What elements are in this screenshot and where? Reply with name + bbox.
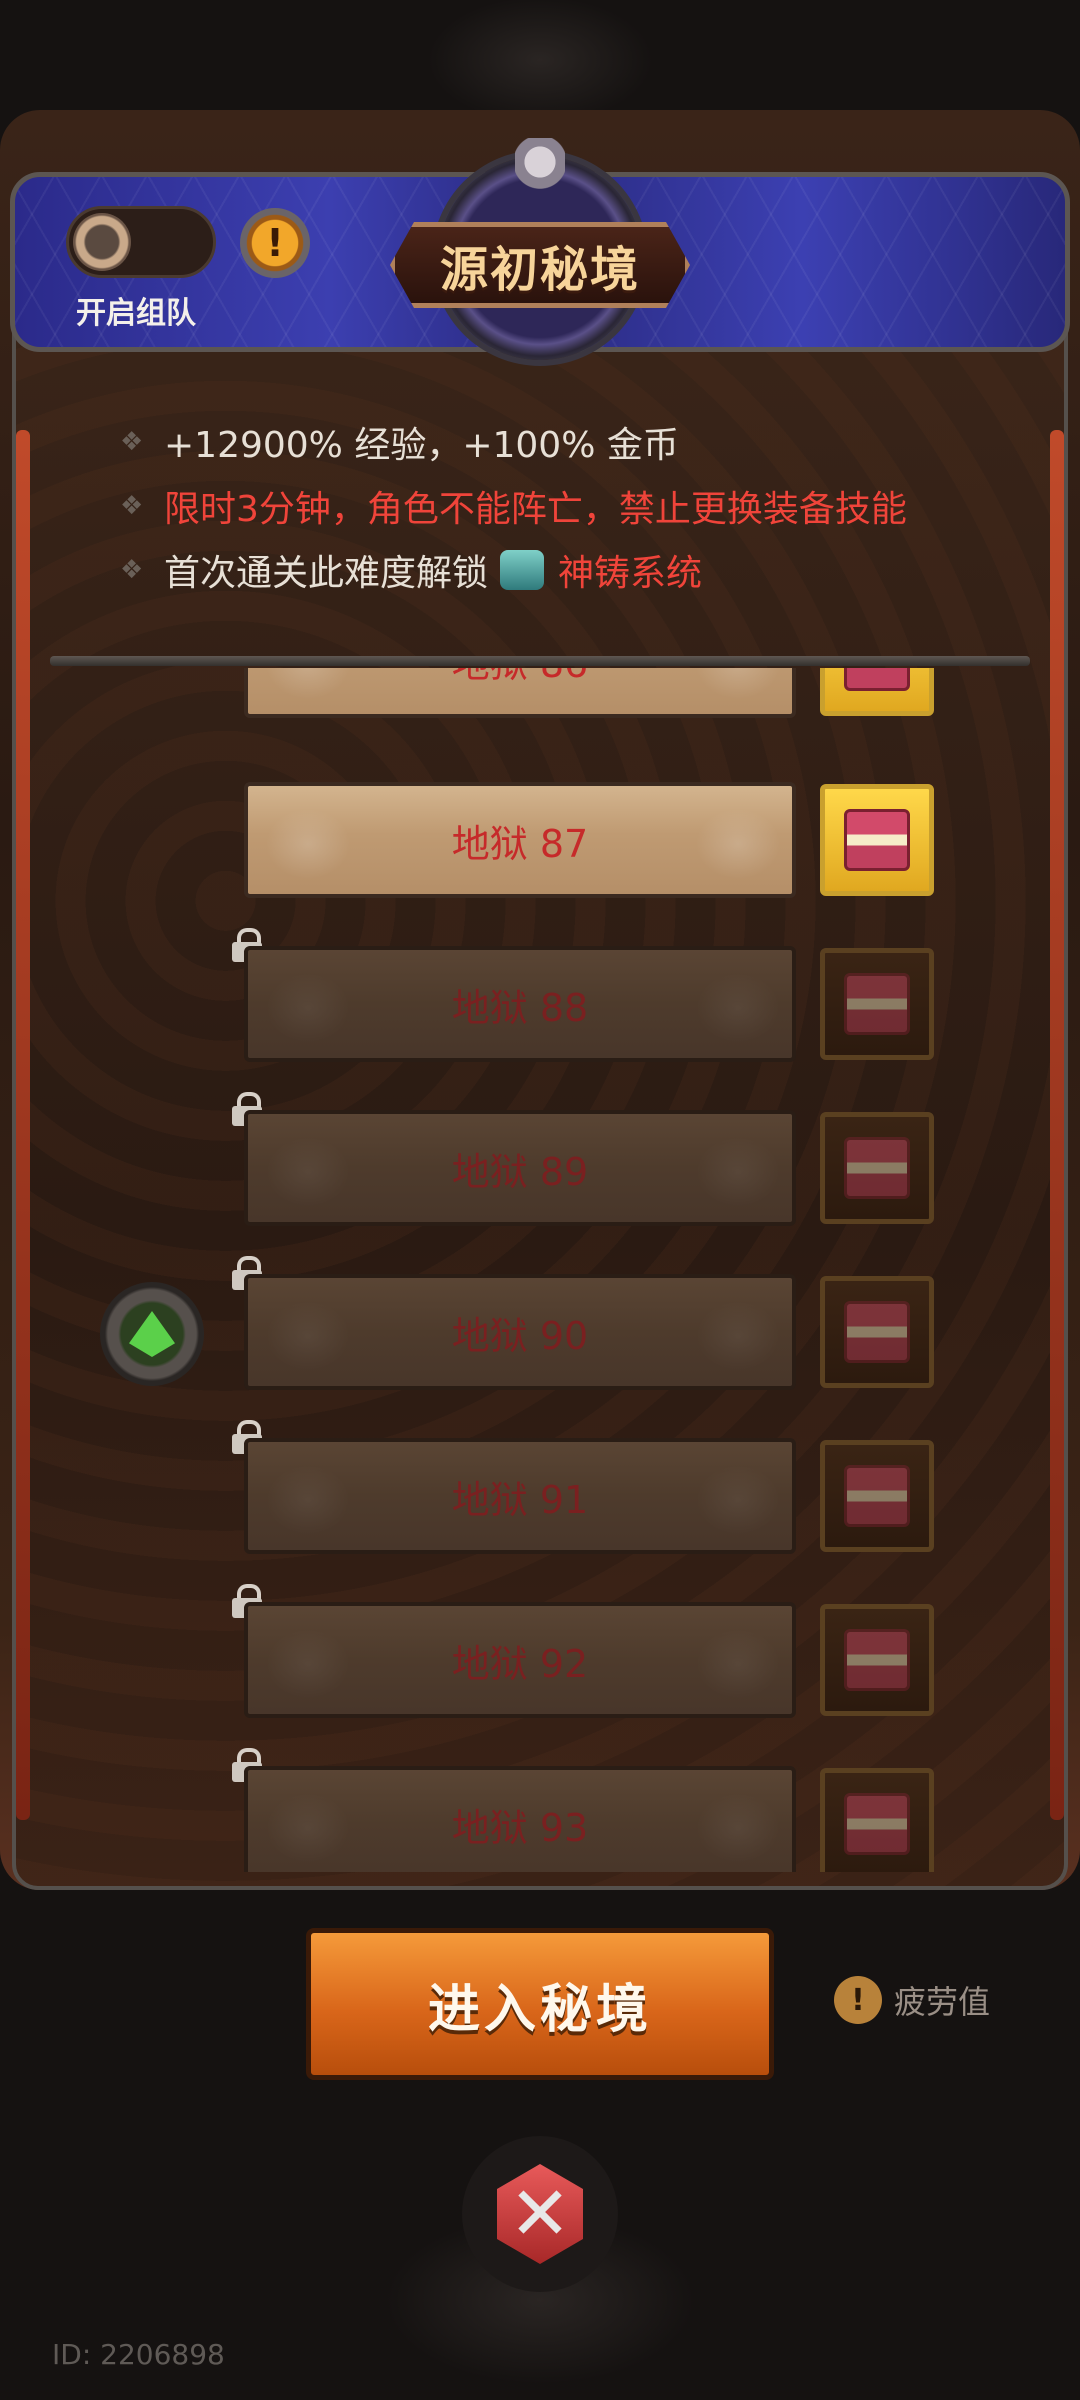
reward-chest-icon[interactable] xyxy=(820,1768,934,1872)
reward-chest-icon[interactable] xyxy=(820,948,934,1060)
info-icon[interactable]: ! xyxy=(240,208,310,278)
level-plank[interactable]: 地狱 87 xyxy=(244,782,796,898)
level-name: 地狱 90 xyxy=(451,1313,589,1358)
level-row[interactable]: 地狱 93 xyxy=(0,1748,1080,1872)
perk-text: 首次通关此难度解锁 xyxy=(164,553,489,594)
difficulty-list[interactable]: 地狱 86 地狱 87 地狱 88 地狱 89 地狱 90 地狱 91 地狱 9… xyxy=(0,668,1080,1872)
level-plank[interactable]: 地狱 88 xyxy=(244,946,796,1062)
page-title: 源初秘境 xyxy=(439,242,640,298)
reward-chest-icon[interactable] xyxy=(820,1440,934,1552)
perk-text: +12900% 经验，+100% 金币 xyxy=(164,425,679,466)
level-plank[interactable]: 地狱 92 xyxy=(244,1602,796,1718)
title-plate: 源初秘境 xyxy=(390,222,690,308)
perk-highlight: 神铸系统 xyxy=(558,553,703,594)
perk-item: ❖ 限时3分钟，角色不能阵亡，禁止更换装备技能 xyxy=(120,474,1020,538)
level-row[interactable]: 地狱 91 xyxy=(0,1420,1080,1558)
enter-realm-button[interactable]: 进入秘境 xyxy=(306,1928,774,2080)
level-plank[interactable]: 地狱 93 xyxy=(244,1766,796,1872)
reward-chest-icon[interactable] xyxy=(820,1276,934,1388)
bullet-icon: ❖ xyxy=(120,427,144,457)
team-toggle-knob[interactable] xyxy=(73,213,131,271)
perk-list: ❖ +12900% 经验，+100% 金币 ❖ 限时3分钟，角色不能阵亡，禁止更… xyxy=(120,410,1020,602)
level-plank[interactable]: 地狱 90 xyxy=(244,1274,796,1390)
level-row[interactable]: 地狱 87 xyxy=(0,782,1080,902)
level-name: 地狱 87 xyxy=(451,821,589,866)
team-toggle-label: 开启组队 xyxy=(76,296,196,331)
reward-chest-icon[interactable] xyxy=(820,668,934,716)
fatigue-info-icon: ! xyxy=(834,1976,882,2024)
close-icon: ✕ xyxy=(497,2164,583,2264)
title-medal: 源初秘境 xyxy=(380,156,700,360)
level-row[interactable]: 地狱 89 xyxy=(0,1092,1080,1230)
perk-text: 限时3分钟，角色不能阵亡，禁止更换装备技能 xyxy=(164,489,907,530)
current-progress-gem-icon xyxy=(100,1282,204,1386)
close-button[interactable]: ✕ xyxy=(462,2136,618,2292)
level-plank[interactable]: 地狱 86 xyxy=(244,668,796,718)
reward-chest-icon[interactable] xyxy=(820,784,934,896)
fatigue-indicator[interactable]: ! 疲劳值 xyxy=(834,1976,990,2024)
skull-ornament-icon xyxy=(515,138,565,198)
level-name: 地狱 91 xyxy=(451,1477,589,1522)
level-name: 地狱 86 xyxy=(452,668,588,688)
level-name: 地狱 88 xyxy=(451,985,589,1030)
level-plank[interactable]: 地狱 91 xyxy=(244,1438,796,1554)
bullet-icon: ❖ xyxy=(120,491,144,521)
level-plank[interactable]: 地狱 89 xyxy=(244,1110,796,1226)
divider xyxy=(50,656,1030,666)
perk-item: ❖ +12900% 经验，+100% 金币 xyxy=(120,410,1020,474)
level-row[interactable]: 地狱 86 xyxy=(0,668,1080,722)
perk-item: ❖ 首次通关此难度解锁 神铸系统 xyxy=(120,538,1020,602)
reward-chest-icon[interactable] xyxy=(820,1112,934,1224)
reward-chest-icon[interactable] xyxy=(820,1604,934,1716)
level-name: 地狱 89 xyxy=(451,1149,589,1194)
level-row[interactable]: 地狱 92 xyxy=(0,1584,1080,1722)
team-toggle[interactable] xyxy=(66,206,216,278)
forge-system-icon xyxy=(500,550,545,590)
level-name: 地狱 93 xyxy=(451,1805,589,1850)
fatigue-label: 疲劳值 xyxy=(894,1983,991,2021)
level-row[interactable]: 地狱 88 xyxy=(0,928,1080,1066)
level-name: 地狱 92 xyxy=(451,1641,589,1686)
user-id: ID: 2206898 xyxy=(52,2338,225,2371)
bullet-icon: ❖ xyxy=(120,555,144,585)
